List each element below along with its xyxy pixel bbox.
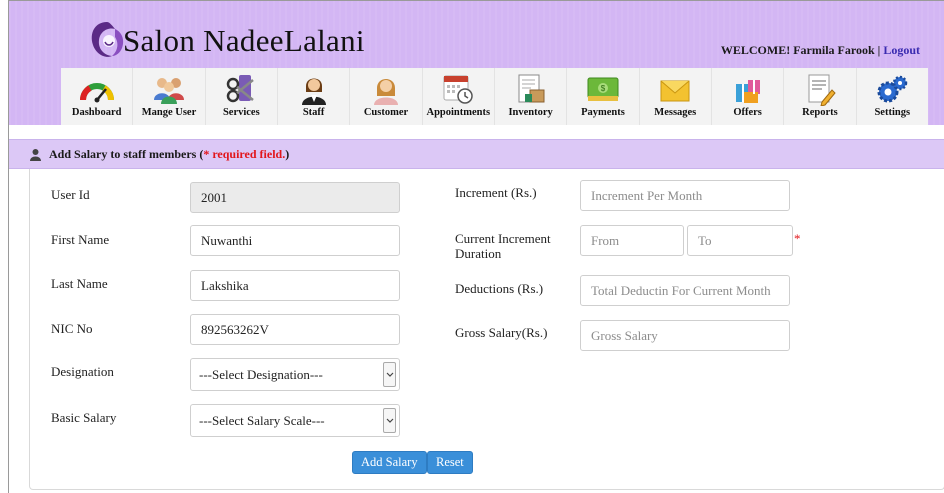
welcome-text: WELCOME! Farmila Farook bbox=[720, 43, 875, 57]
deductions-label: Deductions (Rs.) bbox=[455, 281, 544, 296]
report-icon bbox=[808, 74, 836, 106]
required-marker: * bbox=[794, 231, 801, 246]
nav-item-reports[interactable]: Reports bbox=[784, 68, 857, 125]
nav-item-settings[interactable]: Settings bbox=[857, 68, 928, 125]
first-name-label: First Name bbox=[51, 232, 110, 247]
nav-label: Mange User bbox=[141, 107, 197, 118]
chevron-down-icon bbox=[383, 362, 396, 387]
welcome-bar: WELCOME! Farmila Farook | Logout bbox=[721, 43, 920, 58]
nav-label: Services bbox=[222, 107, 260, 118]
add-salary-button[interactable]: Add Salary bbox=[352, 451, 427, 474]
nav-label: Customer bbox=[363, 107, 409, 118]
nav-label: Reports bbox=[802, 107, 838, 118]
section-title-text: Add Salary to staff members ( bbox=[49, 147, 204, 161]
nav-item-customer[interactable]: Customer bbox=[350, 68, 423, 125]
gift-icon bbox=[735, 80, 760, 103]
user-icon bbox=[30, 149, 41, 161]
nav-item-mange-user[interactable]: Mange User bbox=[133, 68, 206, 125]
gears-icon bbox=[877, 75, 908, 103]
envelope-icon bbox=[660, 80, 690, 102]
nav-label: Staff bbox=[302, 107, 325, 118]
section-title: Add Salary to staff members (* required … bbox=[49, 147, 289, 162]
last-name-label: Last Name bbox=[51, 276, 108, 291]
cash-icon: $ bbox=[587, 77, 619, 101]
increment-field[interactable] bbox=[580, 180, 790, 211]
increment-from-field[interactable] bbox=[580, 225, 684, 256]
designation-selected: ---Select Designation--- bbox=[199, 367, 323, 382]
nav-label: Messages bbox=[654, 107, 697, 118]
increment-duration-label-line2: Duration bbox=[455, 246, 502, 261]
nic-label: NIC No bbox=[51, 321, 93, 336]
user-id-field[interactable] bbox=[190, 182, 400, 213]
logout-link[interactable]: Logout bbox=[883, 43, 920, 57]
nav-label: Payments bbox=[581, 107, 625, 118]
first-name-field[interactable] bbox=[190, 225, 400, 256]
basic-salary-selected: ---Select Salary Scale--- bbox=[199, 413, 325, 428]
nic-field[interactable] bbox=[190, 314, 400, 345]
nav-label: Dashboard bbox=[71, 107, 122, 118]
nav-item-inventory[interactable]: Inventory bbox=[495, 68, 568, 125]
designation-select[interactable]: ---Select Designation--- bbox=[190, 358, 400, 391]
staff-icon bbox=[301, 78, 326, 105]
nav-item-payments[interactable]: $ Payments bbox=[567, 68, 640, 125]
nav-item-appointments[interactable]: Appointments bbox=[423, 68, 495, 125]
calendar-clock-icon bbox=[443, 75, 474, 104]
nav-item-services[interactable]: Services bbox=[206, 68, 278, 125]
welcome-separator: | bbox=[874, 43, 884, 57]
inventory-icon bbox=[518, 74, 545, 103]
svg-text:$: $ bbox=[601, 84, 606, 93]
nav-label: Inventory bbox=[508, 107, 553, 118]
header: Salon NadeeLalani WELCOME! Farmila Faroo… bbox=[9, 1, 944, 125]
last-name-field[interactable] bbox=[190, 270, 400, 301]
increment-label: Increment (Rs.) bbox=[455, 185, 537, 200]
increment-to-field[interactable] bbox=[687, 225, 793, 256]
speedometer-icon bbox=[79, 83, 114, 103]
nav-label: Settings bbox=[874, 107, 911, 118]
nav-item-dashboard[interactable]: Dashboard bbox=[61, 68, 134, 125]
main-nav: Dashboard Mange User Services Staff Cust… bbox=[61, 68, 928, 125]
basic-salary-select[interactable]: ---Select Salary Scale--- bbox=[190, 404, 400, 437]
chevron-down-icon bbox=[383, 408, 396, 433]
nav-item-offers[interactable]: Offers bbox=[712, 68, 785, 125]
increment-duration-label-line1: Current Increment bbox=[455, 231, 551, 246]
nav-item-messages[interactable]: Messages bbox=[640, 68, 712, 125]
required-note: * required field. bbox=[203, 147, 286, 161]
basic-salary-label: Basic Salary bbox=[51, 410, 117, 425]
section-header: Add Salary to staff members (* required … bbox=[9, 139, 944, 169]
gross-salary-field[interactable] bbox=[580, 320, 790, 351]
customer-icon bbox=[373, 79, 398, 105]
increment-duration-label: Current Increment Duration bbox=[455, 231, 551, 261]
nav-label: Offers bbox=[733, 107, 762, 118]
nav-label: Appointments bbox=[426, 107, 491, 118]
deductions-field[interactable] bbox=[580, 275, 790, 306]
reset-button[interactable]: Reset bbox=[427, 451, 473, 474]
salary-form: User Id First Name Last Name NIC No Desi… bbox=[29, 169, 944, 490]
users-icon bbox=[153, 78, 184, 104]
gross-salary-label: Gross Salary(Rs.) bbox=[455, 325, 548, 340]
designation-label: Designation bbox=[51, 364, 114, 379]
nav-item-staff[interactable]: Staff bbox=[278, 68, 351, 125]
section-title-close: ) bbox=[285, 147, 290, 161]
scissors-icon bbox=[227, 75, 255, 103]
user-id-label: User Id bbox=[51, 187, 90, 202]
brand-title: Salon NadeeLalani bbox=[123, 23, 365, 58]
